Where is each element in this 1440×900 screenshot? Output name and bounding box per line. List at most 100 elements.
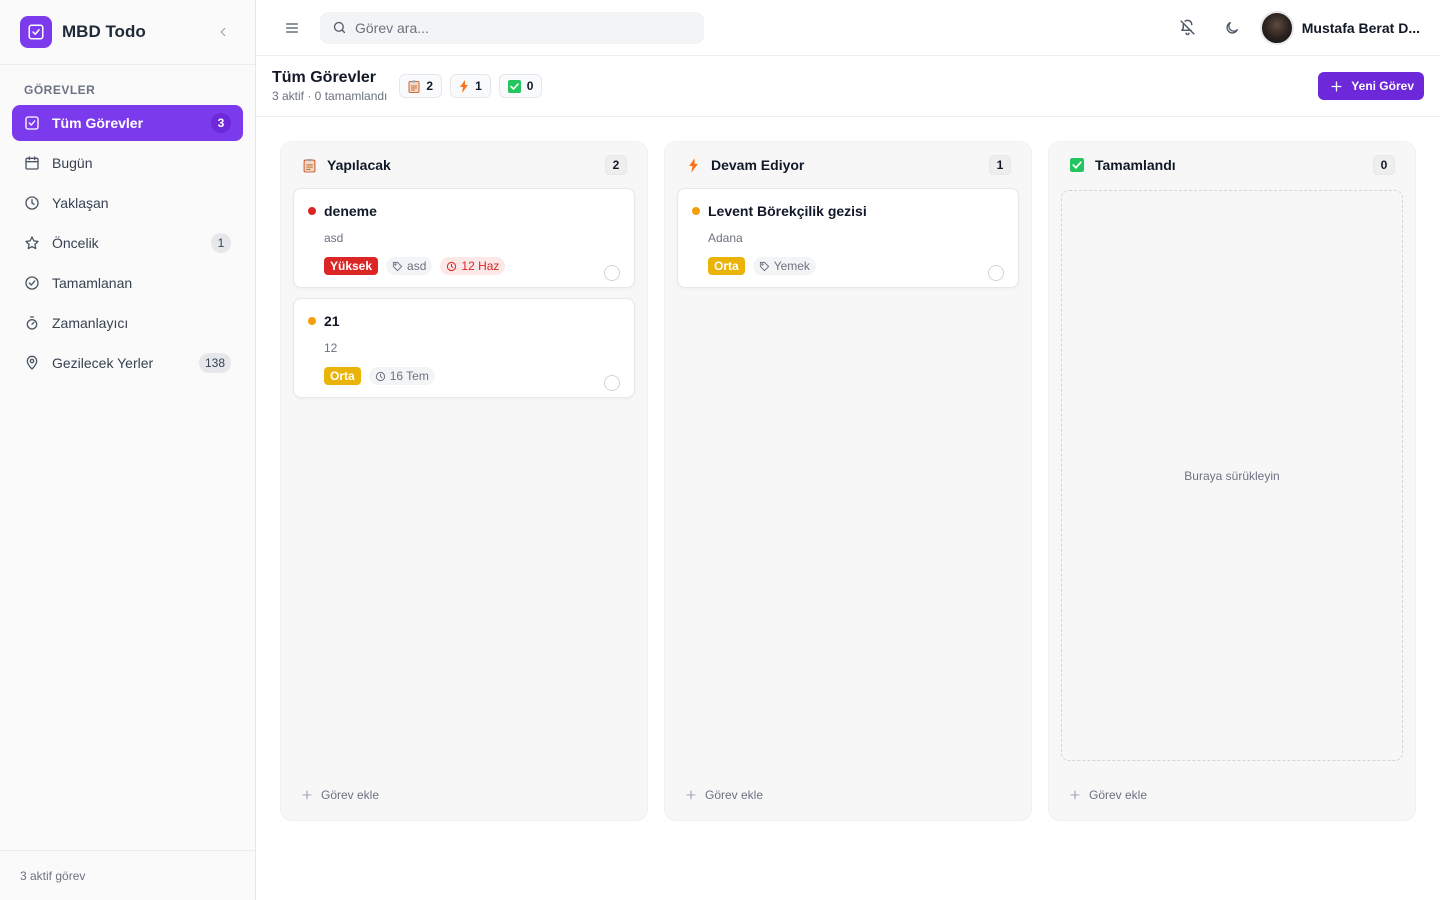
priority-dot: [308, 317, 316, 325]
collapse-sidebar-button[interactable]: [211, 20, 235, 44]
topbar: Mustafa Berat D...: [256, 0, 1440, 56]
task-description: Adana: [708, 231, 743, 245]
column-count: 2: [605, 155, 627, 175]
add-task-button[interactable]: Görev ekle: [685, 788, 763, 802]
tag-label: Yemek: [773, 259, 810, 273]
timer-icon: [24, 315, 40, 331]
task-title: 21: [324, 313, 340, 329]
sidebar-item-label: Yaklaşan: [52, 195, 109, 211]
map-pin-icon: [24, 355, 40, 371]
brand-logo-icon: [20, 16, 52, 48]
sidebar-item-label: Öncelik: [52, 235, 99, 251]
user-menu[interactable]: Mustafa Berat D...: [1259, 10, 1420, 45]
bolt-icon: [685, 157, 701, 173]
plus-icon: [1069, 789, 1081, 801]
app-root: MBD Todo GÖREVLER Tüm Görevler 3 Bugün Y…: [0, 0, 1440, 900]
chevron-left-icon: [220, 27, 226, 37]
search-icon: [333, 21, 346, 34]
drop-zone-text: Buraya sürükleyin: [1184, 468, 1280, 483]
task-card[interactable]: deneme asd Yüksek asd 12 Haz: [293, 188, 635, 288]
sidebar-item-all-tasks[interactable]: Tüm Görevler 3: [12, 105, 243, 141]
plus-icon: [301, 789, 313, 801]
stat-done-count: 0: [526, 79, 534, 93]
sidebar-footer: 3 aktif görev: [0, 850, 255, 900]
due-date-label: 12 Haz: [461, 259, 500, 273]
sidebar-item-count: 1: [211, 233, 231, 253]
priority-dot: [308, 207, 316, 215]
tag-label: asd: [407, 259, 427, 273]
clock-icon: [24, 195, 40, 211]
check-circle-icon: [24, 275, 40, 291]
brand-header: MBD Todo: [0, 0, 255, 65]
sidebar-item-label: Tüm Görevler: [52, 115, 144, 131]
column-in-progress: Devam Ediyor 1 Levent Börekçilik gezisi …: [664, 141, 1032, 821]
drop-zone[interactable]: Buraya sürükleyin: [1061, 190, 1403, 761]
due-date-chip: 12 Haz: [440, 257, 506, 275]
column-header: Tamamlandı 0: [1061, 142, 1403, 188]
task-title: Levent Börekçilik gezisi: [708, 203, 867, 219]
column-title: Tamamlandı: [1095, 157, 1176, 173]
notifications-off-button[interactable]: [1172, 12, 1204, 44]
stat-progress-count: 1: [475, 79, 482, 93]
tag-chip: Yemek: [752, 257, 816, 275]
tag-icon: [392, 261, 403, 272]
main-area: Mustafa Berat D... Tüm Görevler 3 aktif …: [256, 0, 1440, 900]
priority-badge: Yüksek: [324, 257, 379, 275]
menu-button[interactable]: [280, 16, 304, 40]
sidebar-item-completed[interactable]: Tamamlanan: [12, 265, 243, 301]
add-task-button[interactable]: Görev ekle: [301, 788, 379, 802]
task-description: asd: [324, 231, 344, 245]
kanban-board: Yapılacak 2 deneme asd Yüksek asd 12 Haz…: [256, 117, 1440, 900]
calendar-icon: [24, 155, 40, 171]
search-box[interactable]: [320, 11, 704, 44]
column-header: Devam Ediyor 1: [677, 142, 1019, 188]
new-task-label: Yeni Görev: [1351, 79, 1414, 93]
add-task-label: Görev ekle: [1089, 788, 1148, 802]
complete-checkbox[interactable]: [604, 375, 620, 391]
add-task-label: Görev ekle: [705, 788, 764, 802]
check-box-icon: [507, 79, 521, 93]
task-title: deneme: [324, 203, 377, 219]
brand-name: MBD Todo: [62, 22, 146, 41]
complete-checkbox[interactable]: [604, 265, 620, 281]
complete-checkbox[interactable]: [988, 265, 1004, 281]
column-todo: Yapılacak 2 deneme asd Yüksek asd 12 Haz…: [280, 141, 648, 821]
avatar: [1259, 10, 1294, 45]
column-header: Yapılacak 2: [293, 142, 635, 188]
clock-icon: [446, 261, 457, 272]
search-input[interactable]: [355, 19, 675, 36]
stat-chips: 2 1 0: [399, 74, 550, 98]
stat-chip-done: 0: [498, 74, 543, 98]
user-name: Mustafa Berat D...: [1301, 19, 1420, 36]
sidebar-item-count: 138: [198, 353, 231, 373]
task-card[interactable]: 21 12 Orta 16 Tem: [293, 298, 635, 398]
task-description: 12: [324, 341, 338, 355]
sidebar-item-places[interactable]: Gezilecek Yerler 138: [12, 345, 243, 381]
plus-icon: [1330, 80, 1343, 93]
bolt-icon: [459, 79, 469, 93]
sidebar-item-label: Zamanlayıcı: [52, 315, 129, 331]
bell-off-icon: [1180, 19, 1195, 36]
check-square-icon: [24, 115, 40, 131]
page-header: Tüm Görevler 3 aktif · 0 tamamlandı 2 1: [256, 56, 1440, 117]
sidebar-item-priority[interactable]: Öncelik 1: [12, 225, 243, 261]
task-card[interactable]: Levent Börekçilik gezisi Adana Orta Yeme…: [677, 188, 1019, 288]
sidebar-item-label: Gezilecek Yerler: [52, 355, 154, 371]
sidebar-item-today[interactable]: Bugün: [12, 145, 243, 181]
due-date-label: 16 Tem: [389, 369, 429, 383]
top-actions: Mustafa Berat D...: [1160, 10, 1420, 45]
column-count: 1: [989, 155, 1011, 175]
sidebar-item-label: Bugün: [52, 155, 93, 171]
clipboard-icon: [301, 157, 317, 173]
new-task-button[interactable]: Yeni Görev: [1318, 72, 1424, 100]
tag-chip: asd: [386, 257, 433, 275]
sidebar-item-upcoming[interactable]: Yaklaşan: [12, 185, 243, 221]
clock-icon: [375, 371, 386, 382]
add-task-button[interactable]: Görev ekle: [1069, 788, 1147, 802]
sidebar-nav: Tüm Görevler 3 Bugün Yaklaşan Öncelik 1 …: [0, 105, 255, 385]
sidebar-item-timer[interactable]: Zamanlayıcı: [12, 305, 243, 341]
stat-todo-count: 2: [426, 79, 434, 93]
theme-toggle-button[interactable]: [1216, 12, 1248, 44]
moon-icon: [1226, 21, 1238, 34]
check-box-icon: [1069, 157, 1085, 173]
